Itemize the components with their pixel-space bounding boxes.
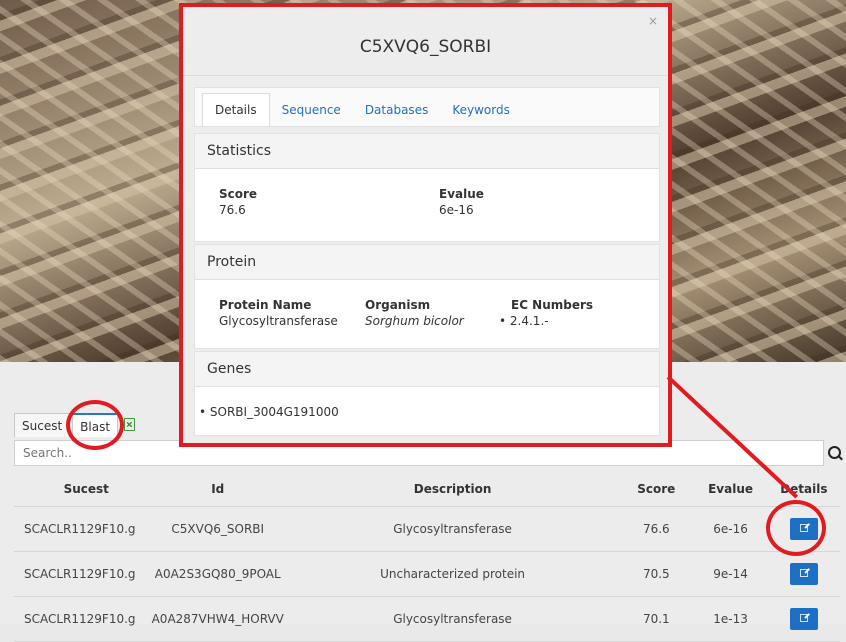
cell-score: 76.6	[619, 506, 694, 552]
table-row: SCACLR1129F10.g C5XVQ6_SORBI Glycosyltra…	[14, 506, 840, 552]
score-block: Score 76.6	[219, 187, 257, 217]
protein-name-block: Protein Name Glycosyltransferase	[219, 298, 338, 328]
cell-score: 70.1	[619, 596, 694, 642]
cell-sucest: SCACLR1129F10.g	[14, 596, 150, 642]
results-table: Sucest Id Description Score Evalue Detai…	[14, 472, 840, 642]
score-value: 76.6	[219, 203, 246, 217]
edit-icon	[799, 569, 808, 577]
genes-section: Genes • SORBI_3004G191000	[194, 351, 660, 436]
modal-header: C5XVQ6_SORBI ×	[183, 7, 668, 76]
col-evalue: Evalue	[693, 472, 768, 507]
search-icon[interactable]	[828, 446, 841, 459]
tab-keywords[interactable]: Keywords	[440, 94, 522, 126]
col-description: Description	[285, 472, 620, 507]
protein-name-value: Glycosyltransferase	[219, 314, 338, 328]
genes-title: Genes	[195, 352, 659, 387]
protein-body: Protein Name Glycosyltransferase Organis…	[195, 280, 659, 348]
modal-body: Details Sequence Databases Keywords Stat…	[194, 87, 660, 436]
table-row: SCACLR1129F10.g A0A287VHW4_HORVV Glycosy…	[14, 596, 840, 642]
organism-label: Organism	[365, 298, 431, 312]
edit-icon	[799, 614, 808, 622]
cell-details	[767, 596, 840, 642]
organism-block: Organism Sorghum bicolor	[365, 298, 464, 328]
table-header-row: Sucest Id Description Score Evalue Detai…	[14, 472, 840, 507]
evalue-value: 6e-16	[439, 203, 474, 217]
tab-sucest[interactable]: Sucest	[14, 413, 71, 437]
cell-evalue: 9e-14	[693, 551, 768, 597]
col-sucest: Sucest	[14, 472, 150, 507]
protein-section: Protein Protein Name Glycosyltransferase…	[194, 244, 660, 349]
gene-value: SORBI_3004G191000	[209, 405, 339, 419]
gene-item: • SORBI_3004G191000	[199, 405, 339, 419]
details-button-callout	[766, 500, 826, 556]
excel-export-icon[interactable]	[124, 418, 136, 431]
genes-body: • SORBI_3004G191000	[195, 387, 659, 435]
tab-databases[interactable]: Databases	[353, 94, 441, 126]
col-id: Id	[149, 472, 286, 507]
cell-description: Glycosyltransferase	[285, 596, 620, 642]
col-score: Score	[619, 472, 694, 507]
cell-id: A0A287VHW4_HORVV	[149, 596, 286, 642]
modal-title: C5XVQ6_SORBI	[359, 37, 492, 57]
cell-id: C5XVQ6_SORBI	[149, 506, 286, 552]
modal-tabs: Details Sequence Databases Keywords	[194, 87, 660, 127]
cell-description: Uncharacterized protein	[285, 551, 620, 597]
ec-value: 2.4.1.-	[509, 314, 549, 328]
statistics-title: Statistics	[195, 134, 659, 169]
details-button[interactable]	[789, 608, 818, 630]
details-button[interactable]	[789, 563, 818, 585]
statistics-body: Score 76.6 Evalue 6e-16	[195, 169, 659, 241]
protein-name-label: Protein Name	[219, 298, 312, 312]
table-row: SCACLR1129F10.g A0A2S3GQ80_9POAL Unchara…	[14, 551, 840, 597]
cell-description: Glycosyltransferase	[285, 506, 620, 552]
evalue-block: Evalue 6e-16	[439, 187, 484, 217]
cell-details	[767, 551, 840, 597]
tab-details[interactable]: Details	[202, 93, 270, 126]
protein-title: Protein	[195, 245, 659, 280]
cell-score: 70.5	[619, 551, 694, 597]
cell-evalue: 6e-16	[693, 506, 768, 552]
statistics-section: Statistics Score 76.6 Evalue 6e-16	[194, 133, 660, 242]
blast-tab-callout	[66, 400, 124, 450]
details-modal: C5XVQ6_SORBI × Details Sequence Database…	[179, 3, 672, 447]
score-label: Score	[219, 187, 258, 201]
ec-label: EC Numbers	[511, 298, 594, 312]
tab-sequence[interactable]: Sequence	[270, 94, 353, 126]
ec-block: EC Numbers • 2.4.1.-	[499, 298, 593, 328]
cell-evalue: 1e-13	[693, 596, 768, 642]
organism-value: Sorghum bicolor	[365, 314, 464, 328]
close-icon[interactable]: ×	[648, 0, 658, 61]
cell-sucest: SCACLR1129F10.g	[14, 506, 150, 552]
cell-id: A0A2S3GQ80_9POAL	[149, 551, 286, 597]
ec-value-row: • 2.4.1.-	[499, 314, 549, 328]
evalue-label: Evalue	[439, 187, 484, 201]
cell-sucest: SCACLR1129F10.g	[14, 551, 150, 597]
